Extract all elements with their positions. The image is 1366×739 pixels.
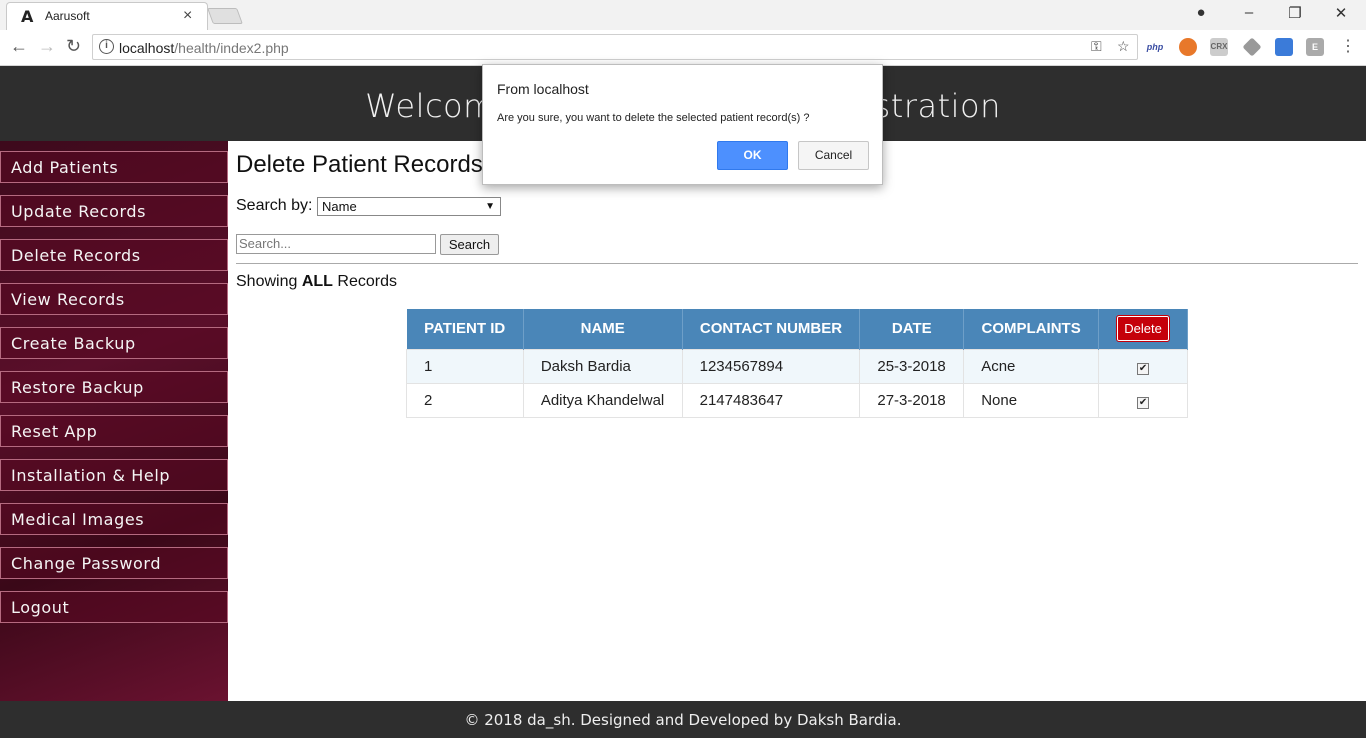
- sidebar-item-view-records[interactable]: View Records: [0, 283, 228, 315]
- sidebar-item-medical-images[interactable]: Medical Images: [0, 503, 228, 535]
- tab-strip: A Aarusoft × ● – ❐ ✕: [0, 0, 1366, 30]
- cell-date: 25-3-2018: [859, 348, 965, 384]
- column-header-patient-id: PATIENT ID: [406, 309, 524, 349]
- ok-button[interactable]: OK: [717, 141, 788, 170]
- sidebar: Add Patients Update Records Delete Recor…: [0, 141, 228, 701]
- search-by-value: Name: [322, 199, 357, 214]
- address-bar[interactable]: i localhost/health/index2.php ⚿ ☆: [92, 34, 1138, 60]
- cell-contact: 2147483647: [681, 382, 861, 418]
- tab-title: Aarusoft: [45, 9, 90, 23]
- select-checkbox[interactable]: ✔: [1137, 396, 1150, 409]
- sidebar-item-logout[interactable]: Logout: [0, 591, 228, 623]
- table-row: 2 Aditya Khandelwal 2147483647 27-3-2018…: [406, 382, 1188, 418]
- cell-date: 27-3-2018: [859, 382, 965, 418]
- table-row: 1 Daksh Bardia 1234567894 25-3-2018 Acne…: [406, 348, 1188, 384]
- sidebar-item-update-records[interactable]: Update Records: [0, 195, 228, 227]
- back-icon[interactable]: ←: [10, 36, 28, 57]
- page-title: Delete Patient Records: [236, 151, 483, 178]
- cancel-button[interactable]: Cancel: [798, 141, 869, 170]
- search-input[interactable]: Search...: [236, 234, 436, 254]
- forward-icon[interactable]: →: [38, 36, 56, 57]
- sidebar-item-reset-app[interactable]: Reset App: [0, 415, 228, 447]
- column-header-date: DATE: [859, 309, 965, 349]
- confirm-dialog: From localhost Are you sure, you want to…: [482, 64, 883, 185]
- close-tab-icon[interactable]: ×: [183, 7, 192, 25]
- column-header-contact: CONTACT NUMBER: [682, 309, 861, 349]
- ball-extension-icon[interactable]: [1179, 38, 1197, 56]
- minimize-icon[interactable]: –: [1226, 4, 1272, 21]
- showing-records-text: Showing ALL Records: [236, 273, 397, 290]
- sidebar-item-delete-records[interactable]: Delete Records: [0, 239, 228, 271]
- select-checkbox[interactable]: ✔: [1137, 362, 1150, 375]
- page-footer: © 2018 da_sh. Designed and Developed by …: [0, 701, 1366, 738]
- url-text: localhost/health/index2.php: [119, 40, 289, 56]
- cell-select: ✔: [1098, 382, 1188, 418]
- e-extension-icon[interactable]: E: [1306, 38, 1324, 56]
- column-header-complaints: COMPLAINTS: [963, 309, 1100, 349]
- cell-patient-id: 1: [406, 348, 524, 384]
- dialog-title: From localhost: [497, 81, 589, 97]
- search-by-select[interactable]: Name ▼: [317, 197, 501, 216]
- cell-select: ✔: [1098, 348, 1188, 384]
- sidebar-item-change-password[interactable]: Change Password: [0, 547, 228, 579]
- info-icon[interactable]: i: [99, 39, 114, 54]
- divider: [236, 263, 1358, 264]
- crx-extension-icon[interactable]: CRX: [1210, 38, 1228, 56]
- new-tab-button[interactable]: [207, 8, 243, 24]
- column-header-delete: Delete: [1098, 309, 1188, 349]
- sidebar-item-installation-help[interactable]: Installation & Help: [0, 459, 228, 491]
- site-logo-icon: A: [21, 7, 34, 26]
- close-window-icon[interactable]: ✕: [1318, 4, 1364, 22]
- records-table: PATIENT ID NAME CONTACT NUMBER DATE COMP…: [406, 309, 1188, 418]
- delete-button[interactable]: Delete: [1116, 315, 1171, 343]
- cell-complaints: None: [963, 382, 1100, 418]
- chevron-down-icon: ▼: [485, 201, 495, 212]
- cell-name: Daksh Bardia: [522, 348, 683, 384]
- reload-icon[interactable]: ↻: [66, 36, 81, 57]
- note-extension-icon[interactable]: [1275, 38, 1293, 56]
- cell-complaints: Acne: [963, 348, 1100, 384]
- search-by-label: Search by:: [236, 197, 313, 214]
- column-header-name: NAME: [523, 309, 683, 349]
- key-icon[interactable]: ⚿: [1091, 38, 1102, 55]
- cell-contact: 1234567894: [681, 348, 861, 384]
- star-icon[interactable]: ☆: [1117, 38, 1130, 55]
- browser-toolbar: ← → ↻ i localhost/health/index2.php ⚿ ☆ …: [0, 30, 1366, 66]
- menu-icon[interactable]: ⋮: [1340, 36, 1356, 56]
- cube-extension-icon[interactable]: [1242, 37, 1262, 57]
- dialog-message: Are you sure, you want to delete the sel…: [497, 112, 810, 124]
- sidebar-item-add-patients[interactable]: Add Patients: [0, 151, 228, 183]
- profile-icon[interactable]: ●: [1178, 4, 1224, 21]
- cell-name: Aditya Khandelwal: [522, 382, 683, 418]
- browser-tab[interactable]: A Aarusoft ×: [6, 2, 208, 30]
- sidebar-item-create-backup[interactable]: Create Backup: [0, 327, 228, 359]
- main-content: Delete Patient Records Search by: Name ▼…: [228, 141, 1366, 701]
- search-button[interactable]: Search: [440, 234, 499, 255]
- sidebar-item-restore-backup[interactable]: Restore Backup: [0, 371, 228, 403]
- cell-patient-id: 2: [406, 382, 524, 418]
- table-header-row: PATIENT ID NAME CONTACT NUMBER DATE COMP…: [406, 309, 1188, 349]
- restore-icon[interactable]: ❐: [1272, 4, 1318, 22]
- php-extension-icon[interactable]: php: [1146, 38, 1164, 56]
